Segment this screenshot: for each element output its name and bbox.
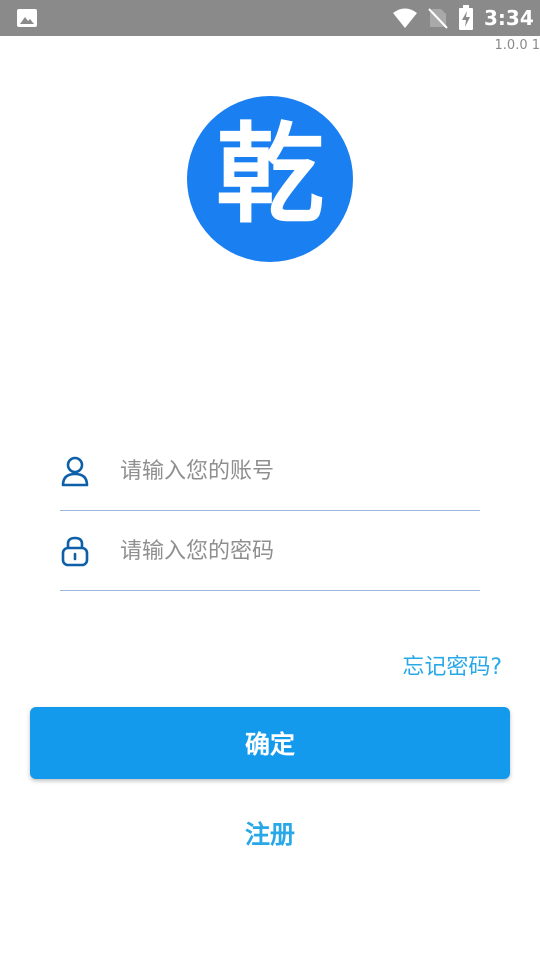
forgot-password-link[interactable]: 忘记密码? <box>402 652 502 684</box>
logo-character: 乾 <box>215 112 324 238</box>
app-logo: 乾 <box>187 96 353 262</box>
status-clock: 3:34 <box>484 6 534 30</box>
account-field-row <box>60 431 480 511</box>
lock-icon <box>61 536 89 567</box>
password-field-row <box>60 511 480 591</box>
register-link[interactable]: 注册 <box>0 815 540 855</box>
account-input[interactable] <box>120 451 470 491</box>
no-sim-icon <box>428 8 448 29</box>
wifi-icon <box>393 8 417 28</box>
confirm-button[interactable]: 确定 <box>30 707 510 779</box>
status-bar: 3:34 <box>0 0 540 36</box>
version-label: 1.0.0 1 <box>494 38 540 53</box>
battery-charging-icon <box>459 5 473 30</box>
password-input[interactable] <box>120 531 470 571</box>
gallery-icon <box>17 9 37 27</box>
login-screen: 3:34 1.0.0 1 乾 忘记密码? 确定 注册 <box>0 0 540 960</box>
user-icon <box>61 456 89 487</box>
